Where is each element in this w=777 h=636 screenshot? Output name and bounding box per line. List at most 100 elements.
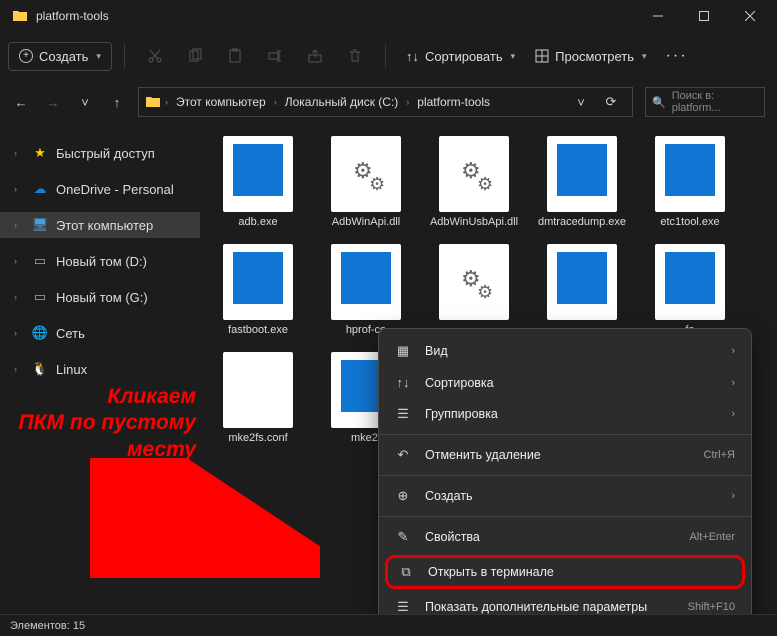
up-button[interactable]: ↑ [108,95,126,110]
chevron-right-icon: › [14,256,24,266]
group-icon: ☰ [395,406,411,422]
chevron-right-icon: › [406,97,409,107]
more-button[interactable]: ··· [659,38,695,74]
sidebar-item-thispc[interactable]: › 🖥 Этот компьютер [0,212,200,238]
drive-icon: ▭ [32,253,48,269]
separator [379,475,751,476]
sort-button[interactable]: ↑↓ Сортировать ▾ [398,43,523,70]
ctx-undo[interactable]: ↶ Отменить удаление Ctrl+Я [379,439,751,471]
chevron-right-icon: › [731,345,735,357]
file-name: mke2f [351,432,381,446]
separator [379,516,751,517]
separator [385,44,386,68]
forward-button[interactable]: → [44,95,62,110]
separator [124,44,125,68]
file-thumbnail [331,244,401,320]
folder-icon [145,94,161,110]
chevron-down-icon: ▾ [642,51,647,62]
ctx-open-terminal[interactable]: ⧉ Открыть в терминале [385,555,745,589]
file-thumbnail [547,244,617,320]
back-button[interactable]: ← [12,95,30,110]
new-label: Создать [39,49,88,64]
file-name: AdbWinUsbApi.dll [430,216,518,230]
file-thumbnail [547,136,617,212]
plus-icon: ⊕ [395,488,411,504]
chevron-right-icon: › [14,184,24,194]
crumb-item[interactable]: platform-tools [413,93,494,111]
separator [379,434,751,435]
paste-icon[interactable] [217,38,253,74]
cloud-icon: ☁ [32,181,48,197]
sidebar-item-drive-d[interactable]: › ▭ Новый том (D:) [0,248,200,274]
file-name: AdbWinApi.dll [332,216,400,230]
linux-icon: 🐧 [32,361,48,377]
file-item[interactable]: ⚙⚙AdbWinApi.dll [314,136,418,230]
file-item[interactable]: mke2fs.conf [206,352,310,446]
annotation-text: Кликаем ПКМ по пустому месту [18,384,196,463]
sidebar-item-quick[interactable]: › ★ Быстрый доступ [0,140,200,166]
view-icon [535,49,549,63]
view-label: Просмотреть [555,49,634,64]
chevron-right-icon: › [14,364,24,374]
minimize-button[interactable] [635,0,681,32]
plus-icon: + [19,49,33,63]
share-icon[interactable] [297,38,333,74]
chevron-down-icon[interactable]: ˅ [76,95,94,110]
chevron-down-icon: ▾ [96,51,101,62]
properties-icon: ✎ [395,529,411,545]
rename-icon[interactable] [257,38,293,74]
sort-icon: ↑↓ [406,49,419,64]
file-thumbnail: ⚙⚙ [439,136,509,212]
file-item[interactable]: etc1tool.exe [638,136,742,230]
ctx-group[interactable]: ☰ Группировка › [379,398,751,430]
sort-icon: ↑↓ [395,375,411,390]
copy-icon[interactable] [177,38,213,74]
sidebar-item-network[interactable]: › 🌐 Сеть [0,320,200,346]
refresh-icon[interactable]: ⟳ [602,94,620,110]
file-name: adb.exe [238,216,277,230]
file-item[interactable]: hprof-co [314,244,418,338]
maximize-button[interactable] [681,0,727,32]
star-icon: ★ [32,145,48,161]
file-item[interactable]: adb.exe [206,136,310,230]
grid-icon: ▦ [395,343,411,359]
file-name: dmtracedump.exe [538,216,626,230]
search-input[interactable]: 🔍 Поиск в: platform... [645,87,765,117]
breadcrumb[interactable]: › Этот компьютер › Локальный диск (C:) ›… [138,87,633,117]
file-item[interactable]: dmtracedump.exe [530,136,634,230]
file-thumbnail: ⚙⚙ [439,244,509,320]
cut-icon[interactable] [137,38,173,74]
file-item[interactable]: fastboot.exe [206,244,310,338]
monitor-icon: 🖥 [32,217,48,233]
undo-icon: ↶ [395,447,411,463]
chevron-down-icon[interactable]: ˅ [572,95,590,110]
ctx-create[interactable]: ⊕ Создать › [379,480,751,512]
view-button[interactable]: Просмотреть ▾ [527,43,654,70]
more-icon: ☰ [395,599,411,615]
sidebar-item-drive-g[interactable]: › ▭ Новый том (G:) [0,284,200,310]
file-thumbnail [223,244,293,320]
file-item[interactable]: fo [638,244,742,338]
ctx-sort[interactable]: ↑↓ Сортировка › [379,367,751,398]
search-icon: 🔍 [652,96,666,109]
file-name: fastboot.exe [228,324,288,338]
delete-icon[interactable] [337,38,373,74]
sidebar-item-onedrive[interactable]: › ☁ OneDrive - Personal [0,176,200,202]
file-thumbnail [223,352,293,428]
crumb-item[interactable]: Этот компьютер [172,93,270,111]
close-button[interactable] [727,0,773,32]
command-bar: + Создать ▾ ↑↓ Сортировать ▾ Просмотреть… [0,32,777,80]
file-thumbnail [655,136,725,212]
chevron-right-icon: › [731,377,735,389]
ctx-view[interactable]: ▦ Вид › [379,335,751,367]
crumb-item[interactable]: Локальный диск (C:) [281,93,403,111]
file-item[interactable]: ⚙⚙ AdbWinUsbApi.dll [422,136,526,230]
file-item[interactable] [530,244,634,338]
ctx-properties[interactable]: ✎ Свойства Alt+Enter [379,521,751,553]
new-button[interactable]: + Создать ▾ [8,42,112,71]
sidebar-item-linux[interactable]: › 🐧 Linux [0,356,200,382]
network-icon: 🌐 [32,325,48,341]
file-item[interactable]: ⚙⚙ [422,244,526,338]
drive-icon: ▭ [32,289,48,305]
window-title: platform-tools [36,9,635,23]
